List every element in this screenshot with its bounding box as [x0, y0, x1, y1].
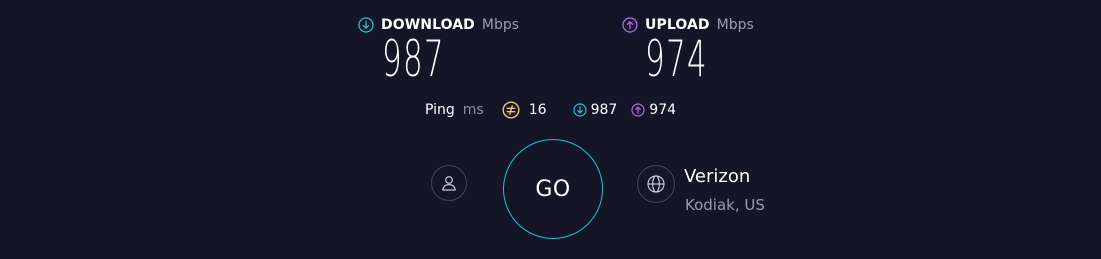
change-server-button[interactable] [637, 165, 675, 203]
globe-icon [646, 174, 666, 194]
mini-upload-icon [631, 103, 645, 117]
provider-name: Verizon [684, 166, 751, 187]
server-location[interactable]: Kodiak, US [685, 196, 765, 214]
speedtest-panel: DOWNLOAD Mbps 987 UPLOAD Mbps 974 Ping m… [0, 0, 1101, 259]
ping-row: Ping ms 16 987 974 [425, 101, 676, 119]
arrow-down-circle-icon [358, 17, 374, 33]
ping-unit: ms [462, 102, 484, 118]
go-button[interactable]: GO [503, 139, 603, 239]
go-label: GO [535, 176, 571, 202]
user-icon [440, 174, 458, 192]
download-value: 987 [382, 30, 445, 88]
profile-button[interactable] [431, 165, 467, 201]
download-unit: Mbps [481, 17, 520, 33]
mini-download-value: 987 [590, 102, 618, 118]
arrow-up-circle-icon [622, 17, 638, 33]
mini-download-icon [572, 103, 587, 117]
upload-unit: Mbps [716, 17, 754, 33]
mini-upload-value: 974 [649, 102, 677, 118]
ping-gauge-icon [502, 101, 520, 119]
ping-value: 16 [528, 102, 547, 118]
ping-label: Ping [425, 102, 455, 118]
upload-value: 974 [645, 30, 708, 88]
